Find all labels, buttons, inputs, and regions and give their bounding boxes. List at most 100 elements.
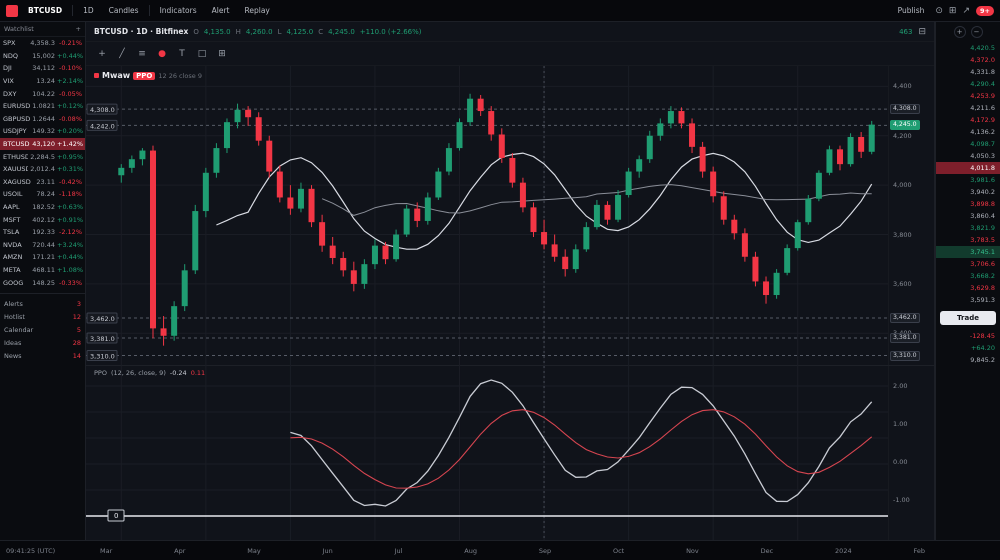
- watchlist-row[interactable]: TSLA192.33-2.12%: [0, 226, 85, 239]
- level-price-tag[interactable]: 3,462.0: [890, 313, 920, 323]
- sidebar-panel-item[interactable]: Alerts3: [0, 298, 85, 311]
- oscillator-tick: 2.00: [893, 382, 907, 390]
- date-tick: Feb: [913, 547, 925, 555]
- watchlist-row[interactable]: AAPL182.52+0.63%: [0, 201, 85, 214]
- layout-icon[interactable]: ⊞: [949, 6, 957, 16]
- indicator-name: Mwaw: [102, 71, 130, 80]
- quote-row[interactable]: 4,253.9: [936, 90, 1000, 102]
- quote-row[interactable]: 3,981.6: [936, 174, 1000, 186]
- watchlist-row[interactable]: GBPUSD1.2644-0.08%: [0, 113, 85, 126]
- quote-row[interactable]: 3,940.2: [936, 186, 1000, 198]
- sidebar-panel-item[interactable]: News14: [0, 350, 85, 363]
- watchlist-row[interactable]: USDJPY149.32+0.20%: [0, 125, 85, 138]
- level-price-tag[interactable]: 3,310.0: [890, 351, 920, 361]
- fib-icon[interactable]: ≡: [134, 46, 150, 62]
- level-price-tag[interactable]: 3,381.0: [890, 333, 920, 343]
- date-tick: Dec: [761, 547, 774, 555]
- oscillator-chart[interactable]: 0: [86, 366, 888, 540]
- price-axis[interactable]: 4,4004,2004,0003,8003,6003,4004,308.04,2…: [888, 66, 934, 365]
- quote-row[interactable]: 4,211.6: [936, 102, 1000, 114]
- publish-button[interactable]: Publish: [893, 4, 930, 17]
- candlestick-chart[interactable]: 4,308.04,242.03,462.03,381.03,310.0: [86, 66, 888, 366]
- quote-row[interactable]: 4,420.5: [936, 42, 1000, 54]
- quote-row[interactable]: 4,098.7: [936, 138, 1000, 150]
- price-tick: 3,800: [893, 231, 912, 239]
- refresh-icon[interactable]: +: [954, 26, 966, 38]
- trade-button[interactable]: Trade: [940, 311, 996, 325]
- fullscreen-icon[interactable]: ↗: [962, 6, 970, 16]
- quote-row[interactable]: 3,821.9: [936, 222, 1000, 234]
- high-value: 4,260.0: [246, 28, 273, 36]
- snapshot-icon[interactable]: ⊙: [935, 6, 943, 16]
- clock[interactable]: 09:41:25 (UTC): [6, 547, 55, 555]
- watchlist-row[interactable]: XAUUSD2,012.4+0.31%: [0, 163, 85, 176]
- sidebar-panel-item[interactable]: Ideas28: [0, 337, 85, 350]
- watchlist-sidebar: Watchlist + SPX4,358.3-0.21%NDQ15,002+0.…: [0, 22, 86, 540]
- watchlist-row[interactable]: GOOG148.25-0.33%: [0, 276, 85, 289]
- quote-row[interactable]: 3,898.8: [936, 198, 1000, 210]
- app-logo[interactable]: [6, 5, 18, 17]
- settings-icon[interactable]: −: [971, 26, 983, 38]
- watchlist-row[interactable]: MSFT402.12+0.91%: [0, 213, 85, 226]
- topbar: BTCUSD 1D Candles Indicators Alert Repla…: [0, 0, 1000, 22]
- quote-row[interactable]: 4,172.9: [936, 114, 1000, 126]
- pnl-row: +64.20: [936, 342, 1000, 354]
- text-icon[interactable]: T: [174, 46, 190, 62]
- crosshair-icon[interactable]: +: [94, 46, 110, 62]
- watchlist-row[interactable]: DXY104.22-0.05%: [0, 87, 85, 100]
- quote-row[interactable]: 3,783.5: [936, 234, 1000, 246]
- watchlist-row[interactable]: DJI34,112-0.10%: [0, 62, 85, 75]
- quote-row[interactable]: 3,706.6: [936, 258, 1000, 270]
- trendline-icon[interactable]: ╱: [114, 46, 130, 62]
- chart-style-button[interactable]: Candles: [104, 4, 144, 17]
- quote-row[interactable]: 3,668.2: [936, 270, 1000, 282]
- price-tick: 4,200: [893, 132, 912, 140]
- quote-row[interactable]: 3,745.1: [936, 246, 1000, 258]
- lower-indicator-value2: 0.11: [191, 369, 205, 377]
- sidebar-panel-item[interactable]: Hotlist12: [0, 311, 85, 324]
- symbol-search-button[interactable]: BTCUSD: [23, 4, 67, 17]
- sidebar-panel-item[interactable]: Calendar5: [0, 324, 85, 337]
- quote-row[interactable]: 3,629.8: [936, 282, 1000, 294]
- measure-icon[interactable]: ⊞: [214, 46, 230, 62]
- level-price-tag[interactable]: 4,308.0: [890, 104, 920, 114]
- lower-indicator-legend[interactable]: PPO (12, 26, close, 9) -0.24 0.11: [94, 369, 205, 377]
- brush-icon[interactable]: ●: [154, 46, 170, 62]
- watchlist-title: Watchlist: [4, 25, 34, 33]
- watchlist-row[interactable]: EURUSD1.0821+0.12%: [0, 100, 85, 113]
- quote-row[interactable]: 4,050.3: [936, 150, 1000, 162]
- trading-app: BTCUSD 1D Candles Indicators Alert Repla…: [0, 0, 1000, 560]
- indicator-badge: PPO: [133, 72, 155, 80]
- quote-row[interactable]: 4,011.8: [936, 162, 1000, 174]
- shapes-icon[interactable]: □: [194, 46, 210, 62]
- svg-text:3,462.0: 3,462.0: [90, 315, 115, 323]
- oscillator-axis[interactable]: 2.001.000.00-1.00: [888, 366, 934, 540]
- notification-badge[interactable]: 9+: [976, 6, 994, 16]
- quote-row[interactable]: 4,136.2: [936, 126, 1000, 138]
- add-symbol-button[interactable]: +: [76, 25, 81, 33]
- alert-button[interactable]: Alert: [207, 4, 235, 17]
- watchlist-row[interactable]: XAGUSD23.11-0.42%: [0, 176, 85, 189]
- indicators-button[interactable]: Indicators: [155, 4, 202, 17]
- watchlist-row[interactable]: NDQ15,002+0.44%: [0, 50, 85, 63]
- watchlist-row[interactable]: AMZN171.21+0.44%: [0, 251, 85, 264]
- watchlist-row[interactable]: BTCUSD43,120+1.42%: [0, 138, 85, 151]
- watchlist-row[interactable]: USOIL78.24-1.18%: [0, 188, 85, 201]
- last-price-tag[interactable]: 4,245.0: [890, 120, 920, 130]
- replay-button[interactable]: Replay: [239, 4, 274, 17]
- quote-row[interactable]: 4,372.0: [936, 54, 1000, 66]
- indicator-legend[interactable]: Mwaw PPO 12 26 close 9: [94, 71, 202, 80]
- watchlist-row[interactable]: SPX4,358.3-0.21%: [0, 37, 85, 50]
- watchlist-row[interactable]: VIX13.24+2.14%: [0, 75, 85, 88]
- watchlist-row[interactable]: ETHUSD2,284.5+0.95%: [0, 150, 85, 163]
- watchlist-row[interactable]: NVDA720.44+3.24%: [0, 239, 85, 252]
- quote-row[interactable]: 4,331.8: [936, 66, 1000, 78]
- svg-text:4,308.0: 4,308.0: [90, 106, 115, 114]
- chart-symbol-title[interactable]: BTCUSD · 1D · Bitfinex: [94, 27, 188, 36]
- quote-row[interactable]: 3,591.3: [936, 294, 1000, 306]
- chart-settings-icon[interactable]: ⊟: [918, 27, 926, 37]
- quote-row[interactable]: 3,860.4: [936, 210, 1000, 222]
- watchlist-row[interactable]: META468.11+1.08%: [0, 264, 85, 277]
- quote-row[interactable]: 4,290.4: [936, 78, 1000, 90]
- interval-button[interactable]: 1D: [78, 4, 99, 17]
